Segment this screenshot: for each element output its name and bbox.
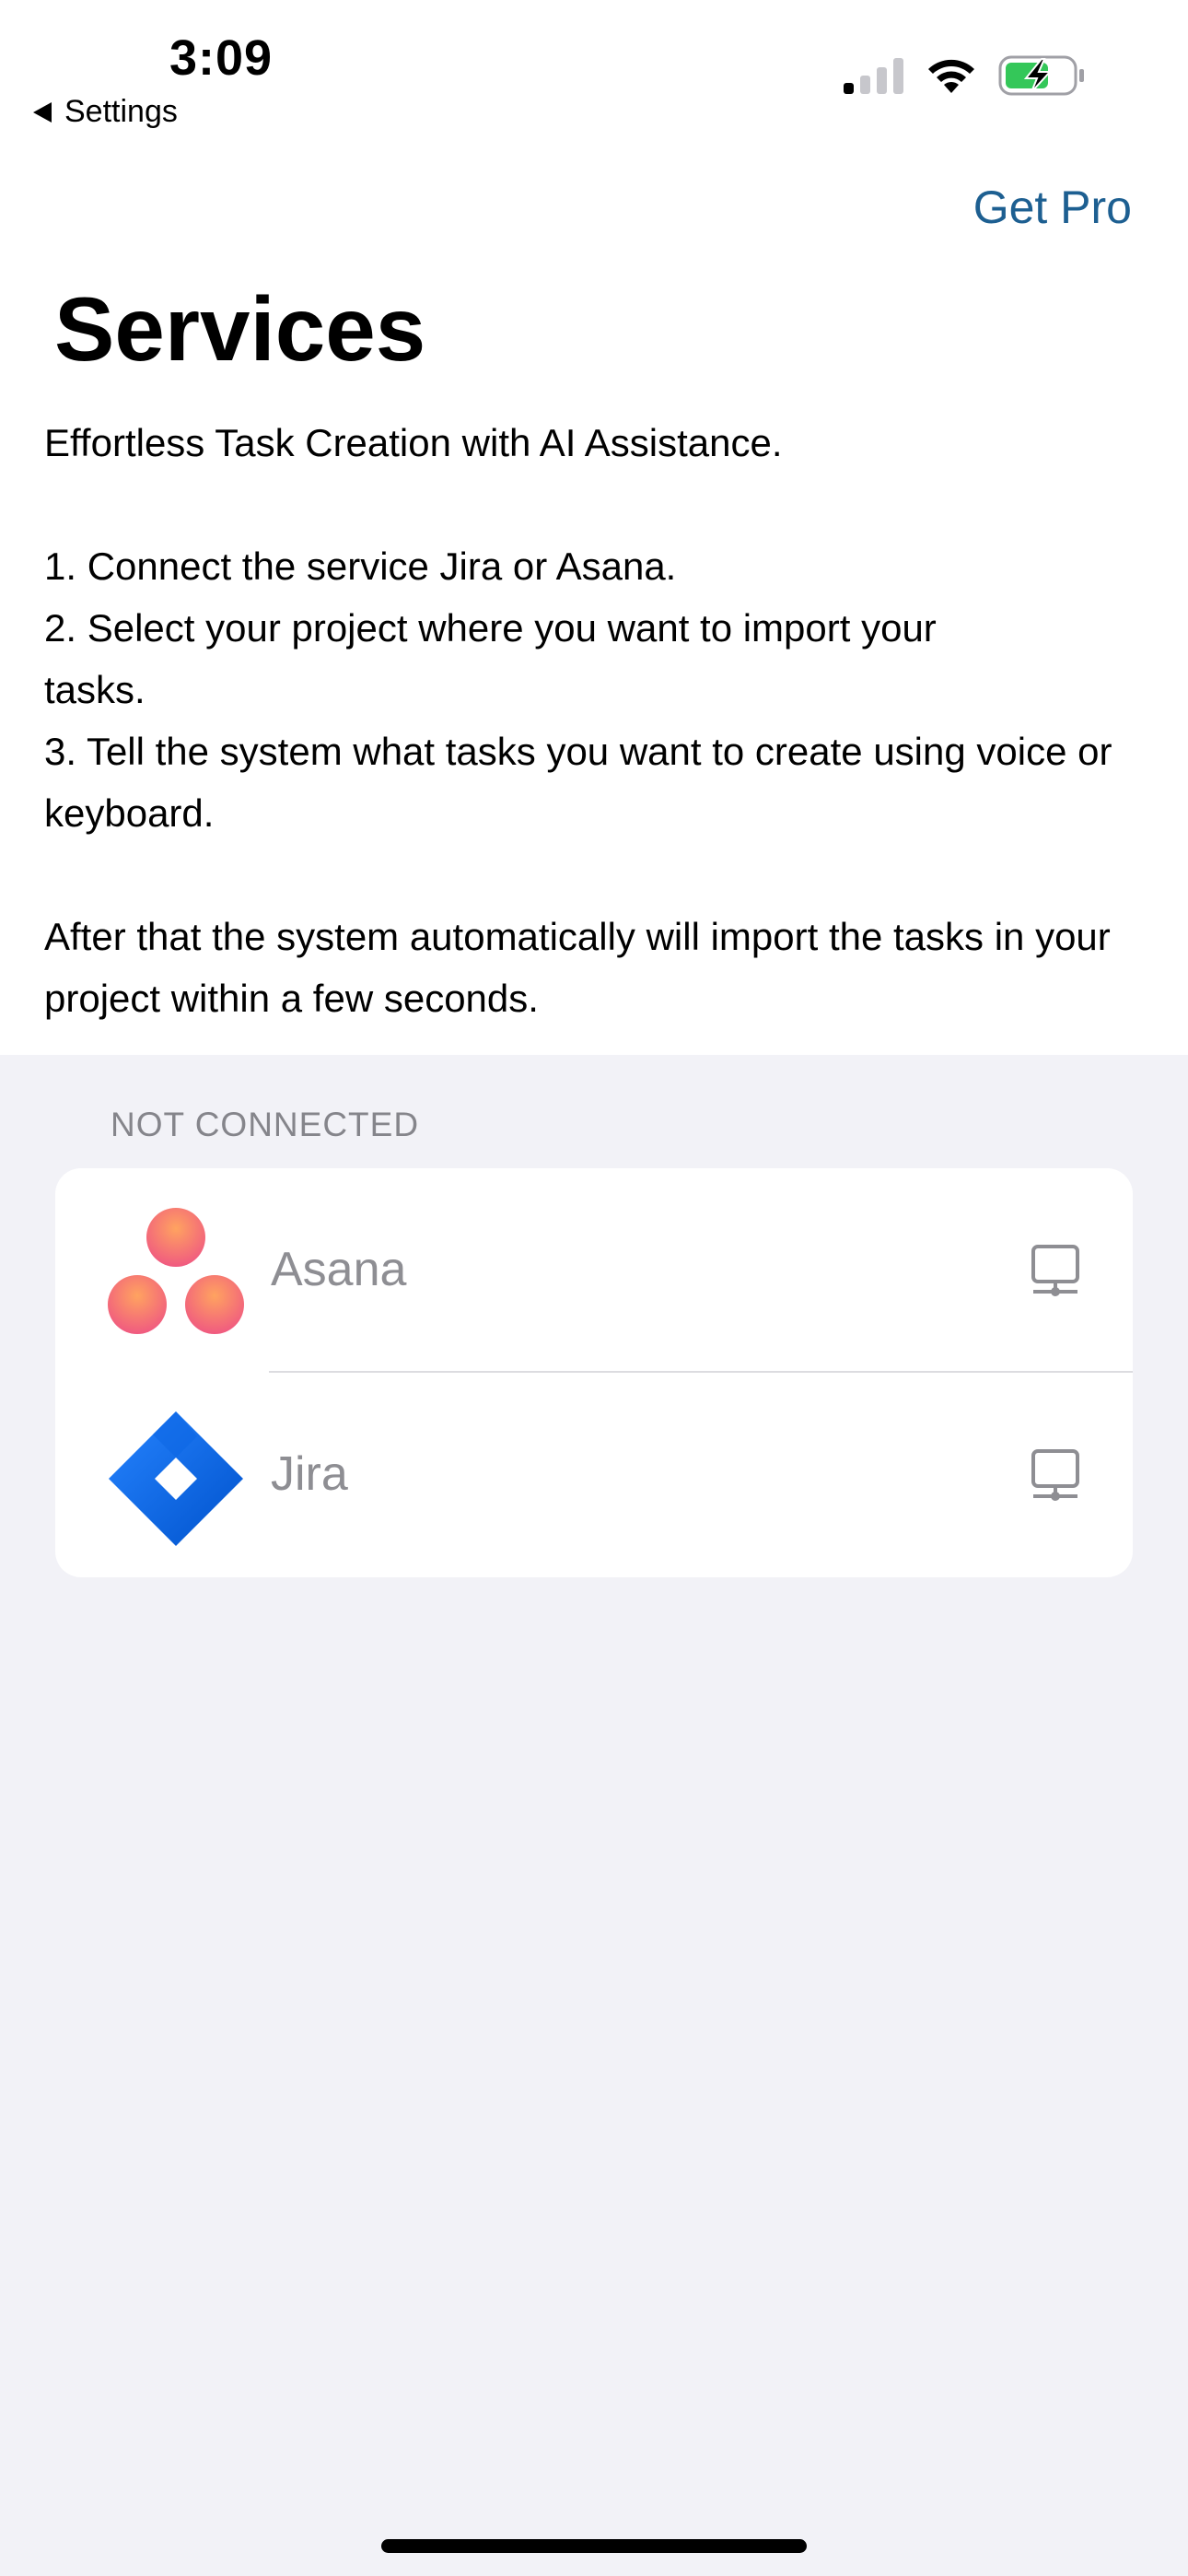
get-pro-button[interactable]: Get Pro bbox=[973, 181, 1132, 234]
status-time: 3:09 bbox=[169, 30, 274, 86]
battery-charging-icon bbox=[998, 55, 1084, 96]
description-outro: After that the system automatically will… bbox=[44, 915, 1111, 1020]
service-label-asana: Asana bbox=[271, 1243, 407, 1296]
description-step-1: 1. Connect the service Jira or Asana. bbox=[44, 544, 677, 588]
services-description: Effortless Task Creation with AI Assista… bbox=[44, 412, 1159, 1029]
service-row-jira[interactable]: Jira bbox=[55, 1373, 1133, 1575]
services-list: Asana Jira bbox=[55, 1168, 1133, 1577]
back-label: Settings bbox=[64, 94, 178, 129]
description-intro: Effortless Task Creation with AI Assista… bbox=[44, 421, 783, 464]
section-header-not-connected: NOT CONNECTED bbox=[111, 1106, 420, 1143]
page-title: Services bbox=[54, 278, 426, 380]
asana-logo bbox=[108, 1208, 244, 1334]
service-row-asana[interactable]: Asana bbox=[55, 1168, 1133, 1371]
home-indicator[interactable] bbox=[381, 2539, 807, 2553]
status-icons bbox=[844, 55, 1085, 96]
back-to-settings-link[interactable]: Settings bbox=[33, 94, 178, 130]
connect-desktop-icon[interactable] bbox=[1030, 1244, 1081, 1299]
wifi-icon bbox=[928, 59, 974, 93]
cellular-signal-icon bbox=[844, 58, 903, 94]
description-step-2: 2. Select your project where you want to… bbox=[44, 606, 937, 711]
connect-desktop-icon[interactable] bbox=[1030, 1448, 1081, 1504]
back-arrow-icon bbox=[33, 101, 52, 123]
service-label-jira: Jira bbox=[271, 1447, 348, 1501]
description-step-3: 3. Tell the system what tasks you want t… bbox=[44, 730, 1112, 835]
jira-logo bbox=[109, 1411, 243, 1546]
